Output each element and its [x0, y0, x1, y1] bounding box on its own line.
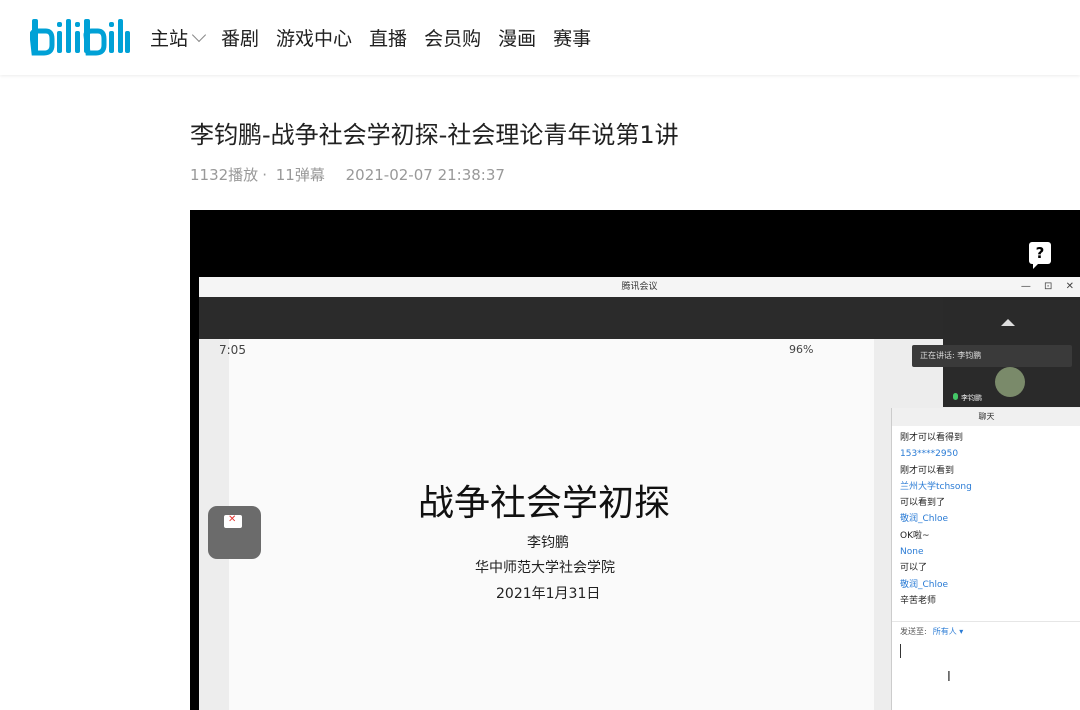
nav-item-main-site[interactable]: 主站	[150, 24, 207, 51]
stop-share-icon	[224, 514, 242, 528]
chat-divider	[892, 621, 1080, 622]
stop-share-button[interactable]	[208, 506, 261, 559]
participant-video: 正在讲话: 李钧鹏 李钧鹏	[912, 297, 1080, 407]
restore-icon[interactable]: ⊡	[1044, 281, 1052, 292]
chat-message-text: 刚才可以看到	[900, 465, 955, 476]
chat-send-to: 发送至: 所有人 ▾	[900, 626, 963, 637]
video-meta: 1132播放 · 11弹幕 2021-02-07 21:38:37	[190, 164, 509, 185]
nav-item-esports[interactable]: 赛事	[553, 24, 591, 51]
chat-panel: 聊天 刚才可以看得到 153****2950 刚才可以看到兰州大学tchsong 可以…	[891, 408, 1080, 710]
chat-sender-name: 敬润_Chloe	[900, 579, 949, 590]
recipient-select[interactable]: 所有人 ▾	[933, 627, 964, 636]
chat-messages: 刚才可以看得到 153****2950 刚才可以看到兰州大学tchsong 可以看到了…	[900, 430, 972, 609]
chat-input-caret[interactable]	[900, 644, 901, 658]
meta-separator: ·	[262, 166, 267, 184]
text-cursor-icon: I	[947, 670, 951, 685]
chat-message-text: 辛苦老师	[900, 595, 937, 606]
chat-message-text: 可以了	[900, 563, 928, 574]
avatar	[995, 367, 1025, 397]
slide-title: 战争社会学初探	[418, 483, 671, 524]
send-to-label: 发送至:	[900, 627, 927, 636]
phone-battery: 96%	[789, 343, 814, 356]
help-icon[interactable]: ?	[1029, 242, 1051, 269]
danmaku-count: 11弹幕	[275, 166, 325, 184]
nav-item-manga[interactable]: 漫画	[498, 24, 536, 51]
main-nav: 主站 番剧 游戏中心 直播 会员购 漫画 赛事	[150, 24, 608, 51]
play-count: 1132播放	[190, 166, 259, 184]
chat-sender-name: 敬润_Chloe	[900, 514, 949, 525]
slide-author: 李钧鹏	[527, 535, 569, 551]
meeting-titlebar: 腾讯会议 — ⊡ ✕	[199, 277, 1080, 297]
bilibili-logo[interactable]	[30, 13, 130, 59]
chat-message-text: OK啦~	[900, 530, 930, 541]
chat-sender-name: None	[900, 547, 924, 558]
upload-datetime: 2021-02-07 21:38:37	[345, 166, 505, 184]
meeting-window: 腾讯会议 — ⊡ ✕ 7:05 96% 战争社会学初探 李钧鹏 华中师范大学社会…	[199, 277, 1080, 710]
minimize-icon[interactable]: —	[1021, 281, 1031, 292]
nav-item-game-center[interactable]: 游戏中心	[276, 24, 352, 51]
slide-date: 2021年1月31日	[496, 586, 601, 602]
chat-header: 聊天	[892, 408, 1080, 426]
top-header: 主站 番剧 游戏中心 直播 会员购 漫画 赛事	[0, 0, 1080, 75]
nav-item-mall[interactable]: 会员购	[424, 24, 481, 51]
chat-message-text: 刚才可以看得到	[900, 433, 964, 443]
chevron-down-icon	[191, 27, 207, 42]
phone-clock: 7:05	[219, 343, 246, 357]
nav-item-anime[interactable]: 番剧	[221, 24, 259, 51]
close-icon[interactable]: ✕	[1066, 281, 1074, 292]
chat-sender-name: 兰州大学tchsong	[900, 481, 972, 492]
window-controls: — ⊡ ✕	[1011, 277, 1074, 297]
speaking-indicator: 正在讲话: 李钧鹏	[912, 345, 1072, 367]
video-title: 李钧鹏-战争社会学初探-社会理论青年说第1讲	[190, 121, 679, 149]
chat-message-text: 可以看到了	[900, 498, 946, 509]
slide-institution: 华中师范大学社会学院	[475, 560, 615, 576]
video-player[interactable]: ? 腾讯会议 — ⊡ ✕ 7:05 96% 战争社会学初探 李钧鹏 华中师范大学…	[190, 210, 1080, 710]
chat-sender-name: 153****2950	[900, 449, 959, 460]
shared-screen: 7:05 96% 战争社会学初探 李钧鹏 华中师范大学社会学院 2021年1月3…	[199, 339, 943, 710]
participant-name: 李钧鹏	[953, 393, 982, 403]
nav-item-live[interactable]: 直播	[369, 24, 407, 51]
meeting-window-title: 腾讯会议	[621, 282, 658, 292]
collapse-arrow-icon[interactable]	[1001, 319, 1015, 326]
mic-icon	[953, 393, 958, 400]
